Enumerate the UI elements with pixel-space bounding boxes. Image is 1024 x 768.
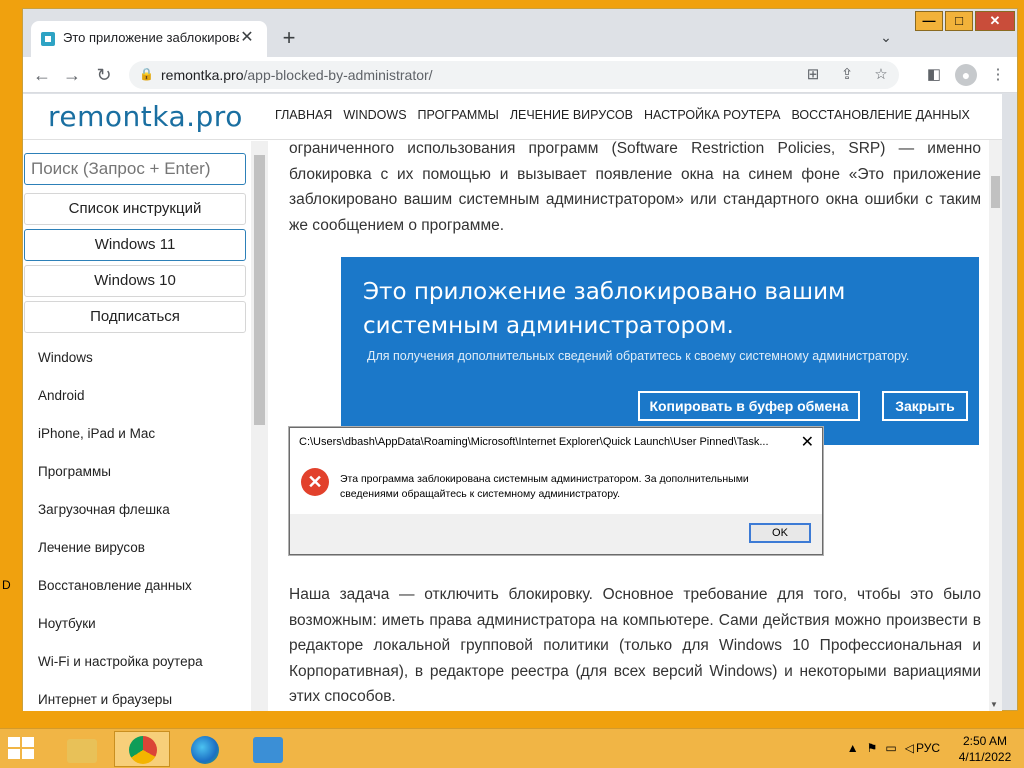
sidebar-link-boot-usb[interactable]: Загрузочная флешка <box>38 502 170 517</box>
subscribe-button[interactable]: Подписаться <box>24 301 246 333</box>
sidebar-link-laptops[interactable]: Ноутбуки <box>38 616 96 631</box>
nav-link-windows[interactable]: WINDOWS <box>343 108 406 122</box>
chrome-icon <box>129 736 157 764</box>
language-indicator[interactable]: РУС <box>916 741 940 755</box>
desktop-edge-glyph: D <box>2 578 11 592</box>
site-header: remontka.pro ГЛАВНАЯ WINDOWS ПРОГРАММЫ Л… <box>23 94 1002 140</box>
nav-link-data-recovery[interactable]: ВОССТАНОВЛЕНИЕ ДАННЫХ <box>791 108 969 122</box>
dialog-footer: OK <box>290 514 822 554</box>
side-panel-icon[interactable]: ◧ <box>923 64 945 86</box>
taskbar-control-panel[interactable] <box>238 731 294 767</box>
control-panel-icon <box>253 737 283 763</box>
copy-to-clipboard-button: Копировать в буфер обмена <box>638 391 860 421</box>
reload-icon[interactable]: ↻ <box>93 64 115 86</box>
toolbar-right-icons: ◧ ● ⋮ <box>923 64 1009 86</box>
back-icon[interactable]: ← <box>31 64 53 86</box>
omnibox-icons: ⊞ ⇪ ☆ <box>803 65 891 85</box>
sidebar-link-iphone[interactable]: iPhone, iPad и Mac <box>38 426 155 441</box>
error-dialog-screenshot: C:\Users\dbash\AppData\Roaming\Microsoft… <box>289 427 823 555</box>
network-icon[interactable]: ▭ <box>885 741 896 755</box>
lock-icon: 🔒 <box>139 67 154 81</box>
site-nav: ГЛАВНАЯ WINDOWS ПРОГРАММЫ ЛЕЧЕНИЕ ВИРУСО… <box>275 108 970 122</box>
nav-link-home[interactable]: ГЛАВНАЯ <box>275 108 332 122</box>
sidebar: Список инструкций Windows 11 Windows 10 … <box>23 141 251 711</box>
windows-logo-icon <box>8 737 20 747</box>
start-button[interactable] <box>8 737 38 761</box>
dialog-ok-button: OK <box>749 523 811 543</box>
windows-10-button[interactable]: Windows 10 <box>24 265 246 297</box>
page-scrollbar[interactable]: ▲ ▼ <box>989 94 1002 711</box>
clock[interactable]: 2:50 AM 4/11/2022 <box>950 733 1020 765</box>
sidebar-scroll-thumb[interactable] <box>254 155 265 425</box>
dialog-message: Эта программа заблокирована системным ад… <box>340 473 749 500</box>
address-bar[interactable]: 🔒 remontka.pro/app-blocked-by-administra… <box>129 61 899 89</box>
nav-link-viruses[interactable]: ЛЕЧЕНИЕ ВИРУСОВ <box>510 108 633 122</box>
sidebar-link-data-recovery[interactable]: Восстановление данных <box>38 578 192 593</box>
web-page: remontka.pro ГЛАВНАЯ WINDOWS ПРОГРАММЫ Л… <box>23 94 1002 711</box>
url-path: /app-blocked-by-administrator/ <box>243 67 433 83</box>
minimize-button[interactable]: — <box>915 11 943 31</box>
volume-icon[interactable]: ◁ <box>905 741 914 755</box>
url-text: remontka.pro/app-blocked-by-administrato… <box>161 67 433 83</box>
menu-icon[interactable]: ⋮ <box>987 64 1009 86</box>
sidebar-link-wifi-router[interactable]: Wi-Fi и настройка роутера <box>38 654 203 669</box>
nav-link-router[interactable]: НАСТРОЙКА РОУТЕРА <box>644 108 780 122</box>
maximize-button[interactable]: □ <box>945 11 973 31</box>
forward-icon[interactable]: → <box>61 64 83 86</box>
clock-date: 4/11/2022 <box>958 750 1012 764</box>
browser-window: Это приложение заблокирован ✕ + ⌄ — □ ✕ … <box>22 8 1018 711</box>
profile-avatar-icon[interactable]: ● <box>955 64 977 86</box>
url-host: remontka.pro <box>161 67 244 83</box>
blocked-app-title: Это приложение заблокировано вашим систе… <box>363 279 846 339</box>
edge-icon <box>191 736 219 764</box>
action-center-flag-icon[interactable]: ⚑ <box>867 741 878 755</box>
sidebar-link-viruses[interactable]: Лечение вирусов <box>38 540 145 555</box>
close-window-button[interactable]: ✕ <box>975 11 1015 31</box>
article-paragraph-2: Наша задача — отключить блокировку. Осно… <box>289 586 981 705</box>
bookmark-star-icon[interactable]: ☆ <box>871 65 891 85</box>
taskbar: ▲ ⚑ ▭ ◁ РУС 2:50 AM 4/11/2022 <box>0 728 1024 768</box>
nav-link-programs[interactable]: ПРОГРАММЫ <box>418 108 499 122</box>
show-hidden-icons-icon[interactable]: ▲ <box>847 741 859 755</box>
tab-title: Это приложение заблокирован <box>63 30 239 45</box>
tab-search-icon[interactable]: ⌄ <box>877 29 895 47</box>
sidebar-link-internet-browsers[interactable]: Интернет и браузеры <box>38 692 172 707</box>
sidebar-link-android[interactable]: Android <box>38 388 85 403</box>
article-paragraph-1: ограниченного использования программ (So… <box>289 140 981 234</box>
article-content: ограниченного использования программ (So… <box>289 140 983 711</box>
title-bar: Это приложение заблокирован ✕ + ⌄ — □ ✕ <box>23 9 1017 57</box>
instructions-list-button[interactable]: Список инструкций <box>24 193 246 225</box>
browser-toolbar: ← → ↻ 🔒 remontka.pro/app-blocked-by-admi… <box>23 57 1017 93</box>
clock-time: 2:50 AM <box>962 734 1008 748</box>
taskbar-file-explorer[interactable] <box>52 731 108 767</box>
error-icon: ✕ <box>301 468 329 496</box>
new-tab-button[interactable]: + <box>277 27 301 51</box>
windows-11-button[interactable]: Windows 11 <box>24 229 246 261</box>
system-tray: ▲ ⚑ ▭ ◁ <box>847 741 914 755</box>
dialog-close-icon: ✕ <box>800 434 814 451</box>
scroll-down-icon[interactable]: ▼ <box>990 700 998 709</box>
dialog-title: C:\Users\dbash\AppData\Roaming\Microsoft… <box>299 436 769 448</box>
favicon-icon <box>41 32 55 46</box>
blocked-app-subtitle: Для получения дополнительных сведений об… <box>367 349 910 363</box>
translate-icon[interactable]: ⊞ <box>803 65 823 85</box>
blue-close-button: Закрыть <box>882 391 968 421</box>
share-icon[interactable]: ⇪ <box>837 65 857 85</box>
taskbar-edge[interactable] <box>176 731 232 767</box>
file-explorer-icon <box>67 739 97 763</box>
search-input[interactable] <box>24 153 246 185</box>
taskbar-chrome[interactable] <box>114 731 170 767</box>
browser-tab[interactable]: Это приложение заблокирован ✕ <box>31 21 267 57</box>
site-logo[interactable]: remontka.pro <box>48 100 243 133</box>
sidebar-link-programs[interactable]: Программы <box>38 464 111 479</box>
tab-close-icon[interactable]: ✕ <box>237 28 257 48</box>
page-scroll-thumb[interactable] <box>991 176 1000 208</box>
window-controls: — □ ✕ <box>915 11 1015 31</box>
sidebar-link-windows[interactable]: Windows <box>38 350 93 365</box>
sidebar-scrollbar[interactable] <box>251 141 268 711</box>
blocked-app-screenshot: Это приложение заблокировано вашим систе… <box>341 257 979 445</box>
